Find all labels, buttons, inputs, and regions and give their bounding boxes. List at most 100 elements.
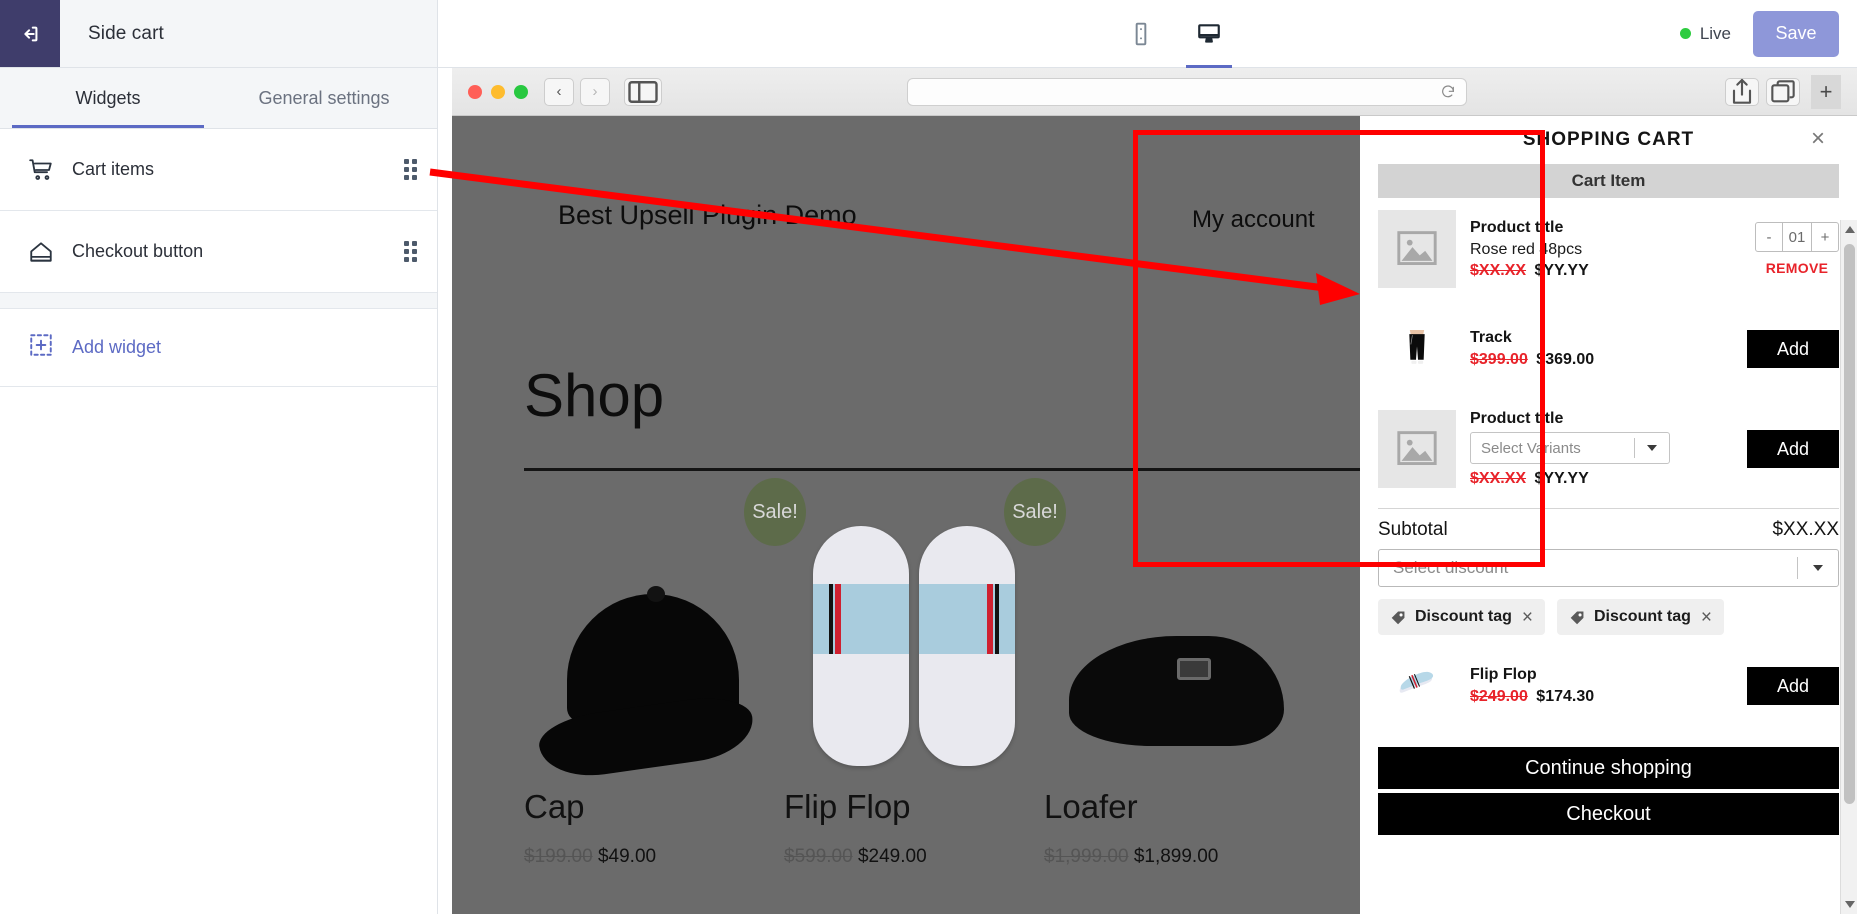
side-cart-title: SHOPPING CART <box>1522 129 1695 150</box>
back-button[interactable]: ‹ <box>544 77 574 106</box>
sidebar-header: Side cart <box>0 0 437 68</box>
product-card[interactable]: Loafer $1,999.00 $1,899.00 <box>1044 486 1304 868</box>
discount-select[interactable]: Select discount <box>1378 549 1839 587</box>
placeholder-image-icon <box>1378 210 1456 288</box>
new-tab-button[interactable]: + <box>1811 74 1841 109</box>
remove-tag-icon[interactable]: × <box>1701 608 1712 627</box>
save-button[interactable]: Save <box>1753 10 1839 57</box>
chevron-down-icon[interactable] <box>1798 565 1838 571</box>
upsell-price: $249.00 $174.30 <box>1470 688 1733 706</box>
shop-heading: Shop <box>524 362 665 429</box>
traffic-lights <box>468 84 528 99</box>
editor-topbar: Live Save <box>438 0 1857 68</box>
product-sale-price: $1,899.00 <box>1133 846 1219 867</box>
tab-widgets[interactable]: Widgets <box>0 68 216 128</box>
quantity-increase-button[interactable]: + <box>1812 223 1838 251</box>
sidebar-toggle-icon[interactable] <box>624 77 662 106</box>
add-button[interactable]: Add <box>1747 430 1839 468</box>
upsell-row: Flip Flop $249.00 $174.30 Add <box>1378 635 1839 735</box>
add-widget-label: Add widget <box>72 337 162 357</box>
checkout-button[interactable]: Checkout <box>1378 793 1839 835</box>
cart-item-info: Product title Select Variants $XX.XX $YY… <box>1470 410 1733 488</box>
quantity-decrease-button[interactable]: - <box>1756 223 1782 251</box>
product-image-cap: Sale! <box>524 478 806 783</box>
product-card[interactable]: Sale! Cap $199.00 $49.00 <box>524 478 806 868</box>
scroll-down-icon[interactable] <box>1845 901 1855 908</box>
tag-icon <box>1390 609 1407 626</box>
widget-row-checkout-button[interactable]: Checkout button <box>0 211 437 293</box>
upsell-actions: Add <box>1747 667 1839 705</box>
add-button[interactable]: Add <box>1747 330 1839 368</box>
checkout-icon <box>28 239 72 265</box>
tag-icon <box>1569 609 1586 626</box>
forward-button[interactable]: › <box>580 77 610 106</box>
add-widget-button[interactable]: Add widget <box>0 309 437 387</box>
address-input[interactable] <box>917 84 1440 99</box>
address-bar[interactable] <box>906 77 1467 106</box>
cart-item-title: Product title <box>1470 410 1564 427</box>
loafer-art <box>1059 596 1289 776</box>
upsell-title: Flip Flop <box>1470 666 1537 683</box>
reload-icon[interactable] <box>1440 84 1456 100</box>
app-root: Side cart Widgets General settings Cart … <box>0 0 1857 914</box>
cart-item-actions: Add <box>1747 330 1839 368</box>
placeholder-image-icon <box>1378 410 1456 488</box>
upsell-old-price: $249.00 <box>1470 688 1528 705</box>
widget-row-cart-items[interactable]: Cart items <box>0 129 437 211</box>
product-sale-price: $249.00 <box>857 846 927 867</box>
zoom-window-icon[interactable] <box>514 84 528 99</box>
widget-label: Checkout button <box>72 241 204 261</box>
continue-shopping-button[interactable]: Continue shopping <box>1378 747 1839 789</box>
quantity-value[interactable]: 01 <box>1782 223 1812 251</box>
browser-nav: ‹ › <box>544 77 610 106</box>
remove-tag-icon[interactable]: × <box>1522 608 1533 627</box>
close-icon[interactable]: × <box>1811 127 1835 152</box>
remove-button[interactable]: REMOVE <box>1755 260 1839 276</box>
flip-flop-photo <box>1378 647 1456 725</box>
cart-item-old-price: $XX.XX <box>1470 470 1527 487</box>
cart-items-list: Product title Rose red 48pcs $XX.XX $YY.… <box>1360 198 1857 498</box>
cart-item-info: Track $399.00 $369.00 <box>1470 329 1733 369</box>
product-old-price: $199.00 <box>524 846 593 867</box>
back-arrow-icon[interactable] <box>0 0 60 67</box>
track-pants-art <box>1397 329 1437 369</box>
my-account-link[interactable]: My account <box>1192 206 1315 234</box>
list-divider <box>0 293 437 309</box>
editor-main: Live Save ‹ › + Best Upsell Plugin Demo … <box>438 0 1857 914</box>
cart-footer-buttons: Continue shopping Checkout <box>1360 735 1857 847</box>
product-name: Loafer <box>1044 788 1138 825</box>
desktop-view-button[interactable] <box>1186 11 1232 68</box>
drag-handle[interactable] <box>399 241 421 263</box>
upsell-sale-price: $174.30 <box>1536 688 1595 705</box>
cart-item-actions: Add <box>1747 430 1839 468</box>
side-cart-body: Cart Item Product title Rose red 48pcs $… <box>1360 164 1857 914</box>
add-button[interactable]: Add <box>1747 667 1839 705</box>
variant-select[interactable]: Select Variants <box>1470 432 1670 464</box>
share-icon[interactable] <box>1725 77 1759 106</box>
chevron-down-icon[interactable] <box>1635 445 1669 451</box>
cart-item-info: Product title Rose red 48pcs $XX.XX $YY.… <box>1470 219 1741 280</box>
tab-general-settings[interactable]: General settings <box>216 68 432 128</box>
product-image-flipflop: Sale! <box>784 478 1066 776</box>
mobile-view-button[interactable] <box>1118 11 1164 57</box>
drag-handle[interactable] <box>399 159 421 181</box>
cart-item-old-price: $399.00 <box>1470 351 1528 368</box>
scrollbar-thumb[interactable] <box>1844 244 1855 804</box>
product-name: Flip Flop <box>784 788 911 825</box>
product-old-price: $1,999.00 <box>1044 846 1129 867</box>
editor-sidebar: Side cart Widgets General settings Cart … <box>0 0 438 914</box>
cart-item-old-price: $XX.XX <box>1470 261 1527 279</box>
scroll-up-icon[interactable] <box>1845 226 1855 233</box>
minimize-window-icon[interactable] <box>491 84 505 99</box>
side-cart-scrollbar[interactable] <box>1840 220 1857 914</box>
cart-item-price: $XX.XX $YY.YY <box>1470 470 1733 488</box>
quantity-stepper[interactable]: - 01 + <box>1755 222 1839 252</box>
product-card[interactable]: Sale! Flip Flop $599.00 $249.00 <box>784 478 1066 868</box>
discount-tag-label: Discount tag <box>1594 608 1691 625</box>
page-title: Side cart <box>88 22 164 44</box>
product-name: Cap <box>524 788 585 825</box>
sidebar-tabs: Widgets General settings <box>0 68 437 129</box>
close-window-icon[interactable] <box>468 84 482 99</box>
cart-item-actions: - 01 + REMOVE <box>1755 222 1839 276</box>
tab-overview-icon[interactable] <box>1766 77 1800 106</box>
